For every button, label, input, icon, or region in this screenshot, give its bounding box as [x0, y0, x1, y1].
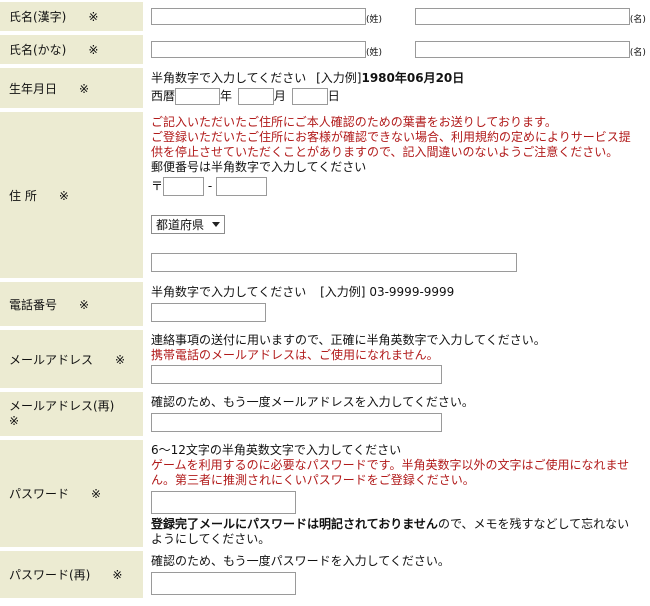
required-mark: ※ [58, 188, 69, 203]
row-birthdate: 生年月日 ※ 半角数字で入力してください [入力例]1980年06月20日 西暦 年… [0, 68, 648, 108]
birthdate-instruction: 半角数字で入力してください [151, 71, 307, 85]
last-name-hint: (姓) [366, 48, 383, 58]
postal-symbol: 〒 [151, 179, 164, 193]
birth-month-input[interactable] [237, 88, 274, 105]
postal-instruction: 郵便番号は半角数字で入力してください [151, 160, 367, 174]
name-kana-label: 氏名(かな) [9, 43, 67, 57]
era-label: 西暦 [151, 89, 176, 103]
password-note-rest-2: ようにしてください。 [151, 532, 271, 546]
required-mark: ※ [112, 568, 123, 582]
email-confirm-input[interactable] [151, 413, 442, 432]
row-email: メールアドレス ※ 連絡事項の送付に用いますので、正確に半角英数字で入力してくださ… [0, 330, 648, 388]
email-warning-text: のメールアドレスは、ご使用になれません。 [199, 348, 439, 362]
required-mark: ※ [79, 81, 90, 96]
password-notice-2: ん。第三者に推測されにくいパスワードをご登録ください。 [151, 473, 475, 487]
password-input[interactable] [151, 491, 296, 514]
month-unit: 月 [273, 89, 286, 103]
required-mark: ※ [88, 10, 99, 24]
birthdate-example-value: 1980年06月20日 [361, 71, 465, 85]
name-kanji-first-input[interactable] [414, 8, 630, 25]
address-notice-1: ご記入いただいたご住所にご本人確認のための葉書をお送りしております。 [151, 115, 557, 129]
email-confirm-instruction: 確認のため、もう一度メールアドレスを入力してください。 [151, 395, 474, 409]
password-confirm-instruction: 確認のため、もう一度パスワードを入力してください。 [151, 554, 450, 568]
password-notice-1: ゲームを利用するのに必要なパスワードです。半角英数字以外の文字はご使用になれませ [151, 458, 630, 472]
phone-input[interactable] [151, 303, 266, 322]
row-phone: 電話番号 ※ 半角数字で入力してください [入力例] 03-9999-9999 [0, 282, 648, 326]
year-unit: 年 [220, 89, 233, 103]
prefecture-select[interactable]: 都道府県 [151, 215, 226, 234]
row-password-confirm: パスワード(再) ※ 確認のため、もう一度パスワードを入力してください。 [0, 551, 648, 598]
required-mark: ※ [9, 414, 20, 428]
postal-code-first-input[interactable] [163, 177, 205, 196]
password-label: パスワード [9, 487, 70, 501]
required-mark: ※ [88, 43, 99, 57]
chevron-down-icon [212, 222, 221, 227]
name-kana-last-input[interactable] [151, 41, 366, 58]
birthdate-label: 生年月日 [9, 81, 58, 96]
phone-instruction: 半角数字で入力してください [151, 285, 307, 299]
postal-code-second-input[interactable] [216, 177, 268, 196]
phone-label: 電話番号 [9, 297, 58, 312]
first-name-hint: (名) [629, 15, 646, 25]
address-detail-input[interactable] [151, 253, 517, 272]
required-mark: ※ [79, 297, 90, 312]
day-unit: 日 [327, 89, 340, 103]
prefecture-selected-value: 都道府県 [156, 218, 205, 232]
row-email-confirm: メールアドレス(再) ※ 確認のため、もう一度メールアドレスを入力してください。 [0, 392, 648, 436]
row-address: 住 所 ※ ご記入いただいたご住所にご本人確認のための葉書をお送りしております。 … [0, 112, 648, 278]
row-name-kanji: 氏名(漢字) ※ (姓) (名) [0, 2, 648, 31]
required-mark: ※ [91, 487, 102, 501]
address-notice-2: ご登録いただいたご住所にお客様が確認できない場合、利用規約の定めによりサービス提 [151, 130, 631, 144]
password-note-bold: 登録完了メールにパスワードは明記されておりません [151, 517, 438, 531]
password-confirm-label: パスワード(再) [9, 568, 91, 582]
last-name-hint: (姓) [366, 15, 383, 25]
email-confirm-label: メールアドレス(再) [9, 399, 115, 413]
email-instruction: 連絡事項の送付に用いますので、正確に半角英数字で入力してください。 [151, 333, 546, 347]
postal-dash: - [207, 179, 213, 193]
row-password: パスワード ※ 6～12文字の半角英数文字で入力してください ゲームを利用するのに… [0, 440, 648, 547]
address-label: 住 所 [9, 188, 37, 203]
email-label: メールアドレス [9, 352, 94, 367]
phone-example-value: 03-9999-9999 [369, 285, 455, 299]
password-instruction: 6～12文字の半角英数文字で入力してください [151, 443, 402, 457]
password-note-rest: ので、メモを残すなどして忘れない [437, 517, 630, 531]
address-notice-3: 供を停止させていただくことがありますので、記入間違いのないようご注意ください。 [151, 145, 619, 159]
row-name-kana: 氏名(かな) ※ (姓) (名) [0, 35, 648, 64]
password-confirm-input[interactable] [151, 572, 296, 595]
birth-year-input[interactable] [175, 88, 221, 105]
name-kanji-last-input[interactable] [151, 8, 366, 25]
email-input[interactable] [151, 365, 442, 384]
phone-example-label: [入力例] [320, 285, 366, 299]
name-kanji-label: 氏名(漢字) [9, 10, 67, 24]
birthdate-example-label: [入力例] [316, 71, 362, 85]
registration-form: 氏名(漢字) ※ (姓) (名) 氏名(かな) ※ (姓) (名) 生年月日 ※ 半角… [0, 0, 648, 602]
email-warning-mobile: 携帯電話 [151, 348, 200, 362]
name-kana-first-input[interactable] [414, 41, 630, 58]
required-mark: ※ [115, 352, 126, 367]
birth-day-input[interactable] [291, 88, 328, 105]
first-name-hint: (名) [629, 48, 646, 58]
